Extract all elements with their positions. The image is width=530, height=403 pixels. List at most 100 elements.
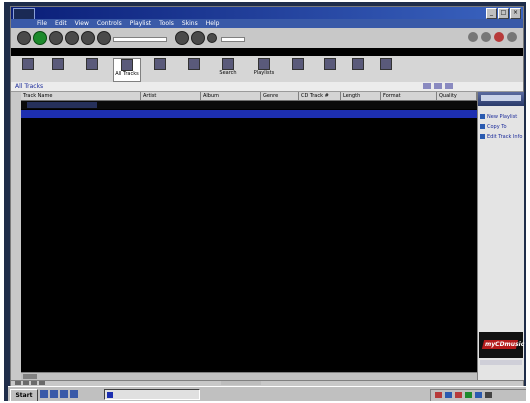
forward-icon — [52, 58, 64, 70]
tool-artist[interactable] — [181, 58, 207, 80]
fast-forward-button[interactable] — [81, 31, 95, 45]
tool-search[interactable]: Search — [215, 58, 241, 80]
tool-all-tracks[interactable]: All Tracks — [113, 58, 141, 82]
task-panel: New Playlist Copy To Edit Track Info myC… — [477, 92, 524, 380]
previous-track-button[interactable] — [175, 31, 189, 45]
start-button[interactable]: Start — [10, 389, 38, 401]
edit-track-info-link[interactable]: Edit Track Info — [480, 134, 522, 141]
filter-field[interactable] — [27, 102, 97, 108]
menu-controls[interactable]: Controls — [97, 19, 122, 28]
column-artist[interactable]: Artist — [141, 92, 201, 100]
tool-music-guide[interactable] — [79, 58, 105, 80]
table-row[interactable] — [21, 110, 477, 118]
seek-slider[interactable] — [113, 37, 167, 42]
column-genre[interactable]: Genre — [261, 92, 299, 100]
menu-skins[interactable]: Skins — [182, 19, 198, 28]
menu-file[interactable]: File — [37, 19, 47, 28]
pause-button[interactable] — [65, 31, 79, 45]
volume-slider[interactable] — [221, 37, 245, 42]
play-button[interactable] — [33, 31, 47, 45]
tool-playlists[interactable]: Playlists — [251, 58, 277, 80]
cell-genre — [265, 110, 297, 118]
new-playlist-icon — [480, 114, 485, 119]
window-controls: _ □ × — [486, 8, 521, 19]
tray-icon[interactable] — [435, 392, 442, 398]
details-view-icon[interactable] — [434, 83, 442, 89]
music-guide-icon — [86, 58, 98, 70]
cell-cd-track — [313, 110, 339, 118]
menu-bar: File Edit View Controls Playlist Tools S… — [11, 19, 523, 28]
tool-all-tracks-label: All Tracks — [115, 71, 139, 77]
status-icon — [39, 381, 45, 385]
media-icon[interactable] — [70, 390, 78, 398]
brand-logo[interactable]: myCDmusic — [479, 332, 525, 358]
tool-now-playing[interactable] — [285, 58, 311, 80]
edit-track-info-label: Edit Track Info — [487, 134, 523, 140]
column-headers: Track Name Artist Album Genre CD Track #… — [21, 92, 477, 101]
email-icon[interactable] — [60, 390, 68, 398]
playlists-icon — [258, 58, 270, 70]
navigation-toolbar: All Tracks Search Playlists — [11, 56, 523, 83]
breadcrumb-path[interactable]: All Tracks — [15, 83, 43, 90]
menu-view[interactable]: View — [75, 19, 89, 28]
visualizer-icon[interactable] — [481, 32, 491, 42]
tray-icon[interactable] — [445, 392, 452, 398]
next-track-button[interactable] — [191, 31, 205, 45]
menu-playlist[interactable]: Playlist — [130, 19, 151, 28]
mute-button[interactable] — [207, 33, 217, 43]
app-icon — [107, 392, 113, 398]
column-album[interactable]: Album — [201, 92, 261, 100]
view-mode-controls — [468, 32, 517, 42]
copy-icon — [480, 124, 485, 129]
logo-banner[interactable] — [480, 360, 522, 365]
menu-edit[interactable]: Edit — [55, 19, 67, 28]
tool-back[interactable] — [15, 58, 41, 80]
browser-icon[interactable] — [50, 390, 58, 398]
transport-controls — [11, 28, 523, 48]
edit-icon — [480, 134, 485, 139]
tray-icon[interactable] — [475, 392, 482, 398]
taskbar-app-item[interactable] — [104, 389, 200, 400]
record-icon[interactable] — [494, 32, 504, 42]
column-quality[interactable]: Quality — [437, 92, 477, 100]
devices-icon — [352, 58, 364, 70]
column-format[interactable]: Format — [381, 92, 437, 100]
list-view-icon[interactable] — [423, 83, 431, 89]
maximize-button[interactable]: □ — [498, 8, 509, 19]
create-cd-icon — [380, 58, 392, 70]
rewind-button[interactable] — [17, 31, 31, 45]
tray-icon[interactable] — [485, 392, 492, 398]
mini-player-icon[interactable] — [507, 32, 517, 42]
task-panel-header — [478, 92, 524, 106]
tool-devices[interactable] — [345, 58, 371, 80]
tray-icon[interactable] — [465, 392, 472, 398]
eject-button[interactable] — [97, 31, 111, 45]
track-list: Track Name Artist Album Genre CD Track #… — [21, 92, 477, 372]
tool-forward[interactable] — [45, 58, 71, 80]
status-icon — [23, 381, 29, 385]
column-track-name[interactable]: Track Name — [21, 92, 141, 100]
copy-to-link[interactable]: Copy To — [480, 124, 507, 131]
cell-quality — [441, 110, 475, 118]
scrollbar-thumb[interactable] — [23, 374, 37, 379]
logo-text: myCDmusic — [485, 341, 525, 348]
minimize-button[interactable]: _ — [486, 8, 497, 19]
close-button[interactable]: × — [510, 8, 521, 19]
new-playlist-label: New Playlist — [487, 114, 518, 120]
tool-radio[interactable] — [317, 58, 343, 80]
tray-icon[interactable] — [455, 392, 462, 398]
tool-genre[interactable] — [147, 58, 173, 80]
desktop-icon[interactable] — [40, 390, 48, 398]
copy-to-label: Copy To — [487, 124, 507, 130]
new-playlist-link[interactable]: New Playlist — [480, 114, 517, 121]
equalizer-icon[interactable] — [468, 32, 478, 42]
filter-icon[interactable] — [445, 83, 453, 89]
screen: _ □ × File Edit View Controls Playlist T… — [4, 2, 526, 401]
stop-button[interactable] — [49, 31, 63, 45]
menu-help[interactable]: Help — [206, 19, 220, 28]
tool-create-cd[interactable] — [373, 58, 399, 80]
column-cd-track[interactable]: CD Track # — [299, 92, 341, 100]
menu-tools[interactable]: Tools — [159, 19, 174, 28]
column-length[interactable]: Length — [341, 92, 381, 100]
status-icon — [31, 381, 37, 385]
